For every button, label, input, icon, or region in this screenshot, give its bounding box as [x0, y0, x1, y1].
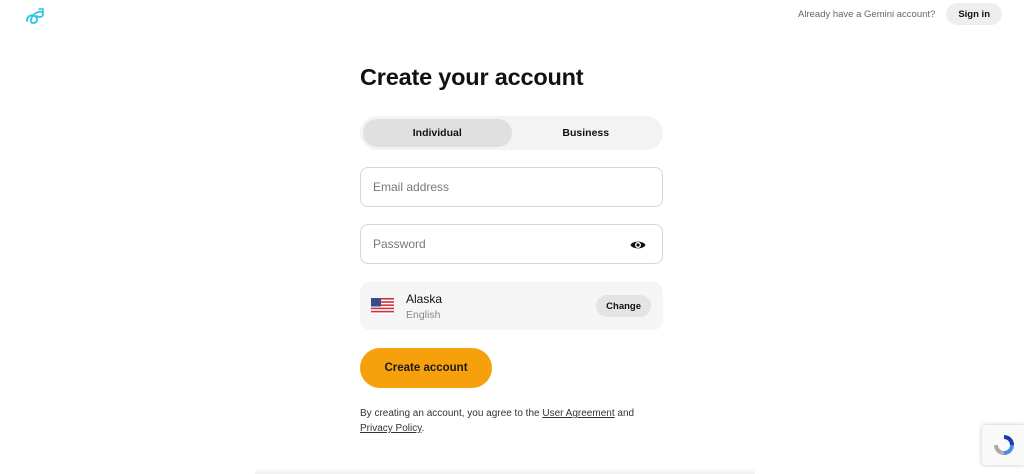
us-flag-icon [371, 298, 394, 314]
email-field-wrapper [360, 167, 663, 207]
gemini-logo-icon[interactable] [24, 6, 46, 26]
email-field[interactable] [361, 168, 662, 206]
agreement-suffix: . [421, 423, 425, 434]
tab-individual[interactable]: Individual [363, 119, 512, 147]
bottom-fade [255, 468, 755, 474]
account-type-toggle: Individual Business [360, 116, 663, 150]
privacy-policy-link[interactable]: Privacy Policy [360, 423, 422, 434]
header-account-area: Already have a Gemini account? Sign in [798, 3, 1002, 25]
region-name: Alaska [406, 291, 443, 306]
signup-form: Create your account Individual Business … [360, 62, 663, 436]
agreement-and: and [617, 408, 635, 419]
change-region-button[interactable]: Change [596, 295, 651, 317]
password-field[interactable] [361, 225, 662, 263]
user-agreement-link[interactable]: User Agreement [542, 408, 614, 419]
recaptcha-badge[interactable] [982, 425, 1024, 465]
sign-in-button[interactable]: Sign in [946, 3, 1002, 25]
agreement-text: By creating an account, you agree to the… [360, 406, 663, 436]
recaptcha-icon [994, 435, 1014, 455]
already-have-account-text: Already have a Gemini account? [798, 8, 936, 20]
region-selector: Alaska English Change [360, 282, 663, 330]
region-text: Alaska English [406, 292, 442, 321]
eye-icon[interactable] [630, 237, 646, 253]
page-title: Create your account [360, 64, 584, 90]
region-language: English [406, 308, 441, 321]
tab-business[interactable]: Business [512, 119, 661, 147]
password-field-wrapper [360, 224, 663, 264]
create-account-button[interactable]: Create account [360, 348, 492, 388]
agreement-prefix: By creating an account, you agree to the [360, 408, 540, 419]
